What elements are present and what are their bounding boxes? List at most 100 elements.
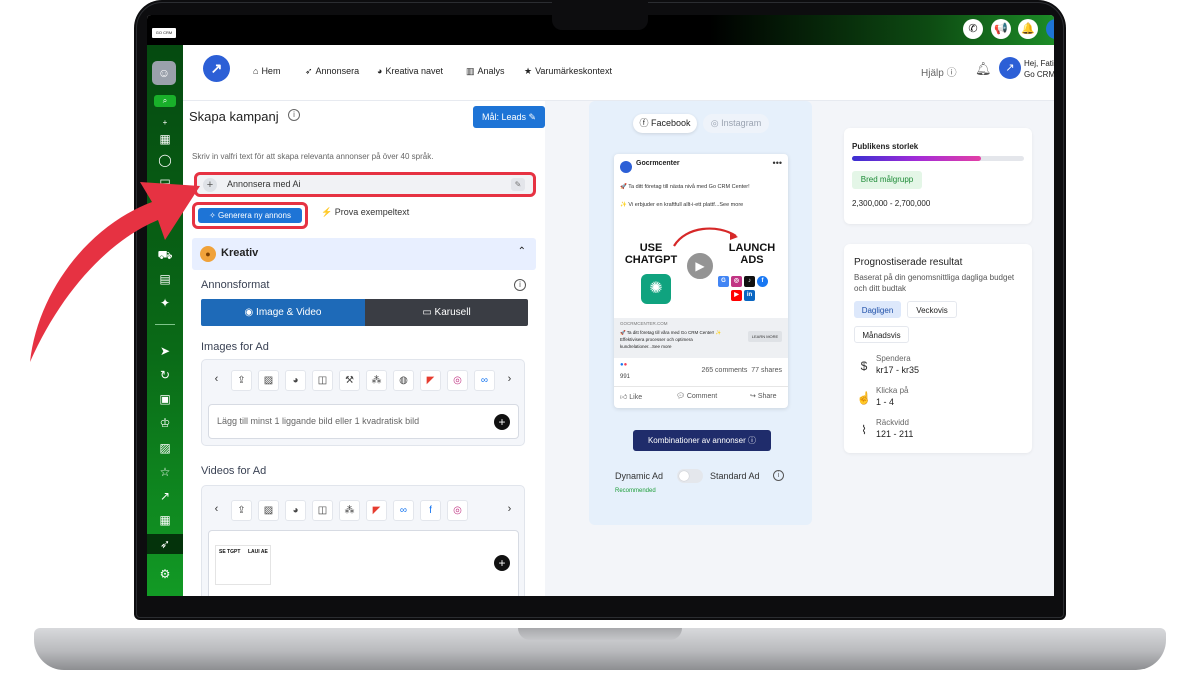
adobe-icon[interactable]: ◤ <box>420 370 441 391</box>
palette-icon[interactable]: ◕ <box>285 370 306 391</box>
format-image-video-tab[interactable]: ◉ Image & Video <box>201 299 365 326</box>
add-video-button[interactable]: + <box>494 555 510 571</box>
sidebar-search-icon[interactable]: ⌕ <box>154 95 176 107</box>
add-image-button[interactable]: + <box>494 414 510 430</box>
calendar-icon[interactable]: ▭ <box>155 173 175 189</box>
comment-label: Comment <box>686 393 718 400</box>
info-icon[interactable]: i <box>773 470 784 481</box>
ad-combinations-label: Kombinationer av annonser <box>647 436 746 445</box>
user-greeting[interactable]: Hej, Fati Go CRM <box>1024 58 1054 80</box>
chevron-left-icon[interactable]: ‹ <box>206 370 227 391</box>
chevron-left-icon[interactable]: ‹ <box>206 500 227 521</box>
settings-icon[interactable]: ⚙ <box>155 566 175 582</box>
info-icon[interactable]: i <box>514 279 526 291</box>
tab-facebook[interactable]: ⓕ Facebook <box>633 114 697 133</box>
image-icon[interactable]: ▨ <box>258 370 279 391</box>
rocket-icon[interactable]: ➶ <box>155 536 175 552</box>
instagram-icon[interactable]: ◎ <box>447 370 468 391</box>
meta-icon[interactable]: ∞ <box>393 500 414 521</box>
sparkle-icon[interactable]: ✦ <box>155 295 175 311</box>
nav-analytics[interactable]: ▥ Analys <box>466 64 505 78</box>
refresh-icon[interactable]: ↻ <box>155 367 175 383</box>
format-carousel-tab[interactable]: ▭ Karusell <box>365 299 528 326</box>
adobe-icon[interactable]: ◤ <box>366 500 387 521</box>
stock-icon[interactable]: ⁂ <box>366 370 387 391</box>
nav-home-label: Hem <box>261 66 281 76</box>
dashboard-icon[interactable]: ▦ <box>155 131 175 147</box>
info-icon[interactable]: i <box>288 109 300 121</box>
forecast-subtitle: Baserat på din genomsnittliga dagliga bu… <box>854 273 1015 293</box>
car-icon[interactable]: ⛟ <box>155 247 175 263</box>
stock-icon[interactable]: ⁂ <box>339 500 360 521</box>
play-icon[interactable]: ▶ <box>685 251 715 281</box>
money-icon[interactable]: ▣ <box>155 391 175 407</box>
creative-section-header[interactable]: ● Kreativ ⌃ <box>192 238 536 270</box>
facebook-icon[interactable]: f <box>420 500 441 521</box>
goal-button[interactable]: Mål: Leads ✎ <box>473 106 545 128</box>
tab-monthly[interactable]: Månadsvis <box>854 326 909 343</box>
trophy-icon[interactable]: ♔ <box>155 415 175 431</box>
comment-button[interactable]: 💬︎ Comment <box>676 392 717 400</box>
campaign-panel: Skapa kampanj i Mål: Leads ✎ Skriv in va… <box>183 101 545 596</box>
globe-icon[interactable]: ◍ <box>393 370 414 391</box>
layout-icon[interactable]: ◫ <box>312 370 333 391</box>
link-url: GOCRMCENTER.COM <box>620 321 668 326</box>
spend-label: Spendera <box>876 354 911 363</box>
edit-icon[interactable]: ✎ <box>511 178 525 191</box>
layout-icon[interactable]: ◫ <box>312 500 333 521</box>
share-button[interactable]: ↪ Share <box>750 392 777 400</box>
megaphone-icon[interactable]: 📢 <box>991 19 1011 39</box>
brand-logo[interactable]: ↗ <box>203 55 230 82</box>
upload-icon[interactable]: ⇪ <box>231 370 252 391</box>
post-link-card[interactable]: GOCRMCENTER.COM 🚀 Ta ditt företag till v… <box>614 318 788 358</box>
phone-icon[interactable]: ✆ <box>963 19 983 39</box>
nav-advertise[interactable]: ➶ Annonsera <box>305 64 359 78</box>
send-icon[interactable]: ➤ <box>155 343 175 359</box>
user-avatar[interactable]: ↗ <box>999 57 1021 79</box>
videos-drop-field[interactable]: SE TGPT LAUI AE + <box>208 530 519 596</box>
tab-daily[interactable]: Dagligen <box>854 301 901 318</box>
sparkle-icon: ✧ <box>209 211 216 220</box>
learn-more-button[interactable]: LEARN MORE <box>748 331 782 342</box>
video-icon[interactable]: ▨ <box>258 500 279 521</box>
ai-prompt-field[interactable]: + Annonsera med Ai ✎ <box>194 172 536 197</box>
image-text-right: LAUNCH ADS <box>728 242 776 266</box>
chevron-right-icon[interactable]: › <box>499 370 520 391</box>
like-button[interactable]: 👍︎ Like <box>620 392 642 401</box>
upload-icon[interactable]: ⇪ <box>231 500 252 521</box>
chevron-right-icon[interactable]: › <box>499 500 520 521</box>
notification-bell-icon[interactable]: 🔔︎ <box>975 61 992 77</box>
ad-combinations-button[interactable]: Kombinationer av annonser ⓘ <box>633 430 771 451</box>
generate-ad-button[interactable]: ✧ Generera ny annons <box>198 208 302 223</box>
ai-prompt-value[interactable]: Annonsera med Ai <box>227 179 301 189</box>
post-video[interactable]: USE CHATGPT LAUNCH ADS ✺ ▶ G ◎ ♪ f ▶ in <box>614 220 788 318</box>
document-icon[interactable]: ▤ <box>155 271 175 287</box>
apps-icon[interactable]: ▦ <box>155 512 175 528</box>
help-link[interactable]: Hjälp ⓘ <box>921 64 957 79</box>
palette-icon[interactable]: ◕ <box>285 500 306 521</box>
star-icon[interactable]: ☆ <box>155 464 175 480</box>
user-badge-icon[interactable] <box>1046 19 1054 39</box>
more-options-icon[interactable]: ••• <box>773 158 782 168</box>
try-example-button[interactable]: ⚡ Prova exempeltext <box>321 207 409 218</box>
nav-home[interactable]: ⌂ Hem <box>253 64 280 78</box>
plus-icon[interactable]: + <box>203 178 217 192</box>
magic-wand-icon[interactable]: ⚒ <box>339 370 360 391</box>
instagram-icon[interactable]: ◎ <box>447 500 468 521</box>
sidebar-avatar[interactable]: ☺ <box>152 61 176 85</box>
bell-icon[interactable]: 🔔 <box>1018 19 1038 39</box>
add-icon[interactable]: + <box>155 115 175 131</box>
tab-instagram[interactable]: ◎ Instagram <box>703 114 769 133</box>
chat-icon[interactable]: ◯ <box>155 152 175 168</box>
meta-icon[interactable]: ∞ <box>474 370 495 391</box>
trend-icon[interactable]: ↗ <box>155 488 175 504</box>
chevron-up-icon[interactable]: ⌃ <box>518 246 526 257</box>
ad-type-toggle[interactable] <box>677 469 703 483</box>
click-icon: ☝ <box>856 391 872 405</box>
nav-brand-context[interactable]: ★ Varumärkeskontext <box>524 64 612 78</box>
images-drop-field[interactable]: Lägg till minst 1 liggande bild eller 1 … <box>208 404 519 439</box>
image-icon[interactable]: ▨ <box>155 440 175 456</box>
tab-weekly[interactable]: Veckovis <box>907 301 957 318</box>
video-thumbnail[interactable]: SE TGPT LAUI AE <box>215 545 271 585</box>
nav-creative-hub[interactable]: ◕ Kreativa navet <box>377 64 443 78</box>
